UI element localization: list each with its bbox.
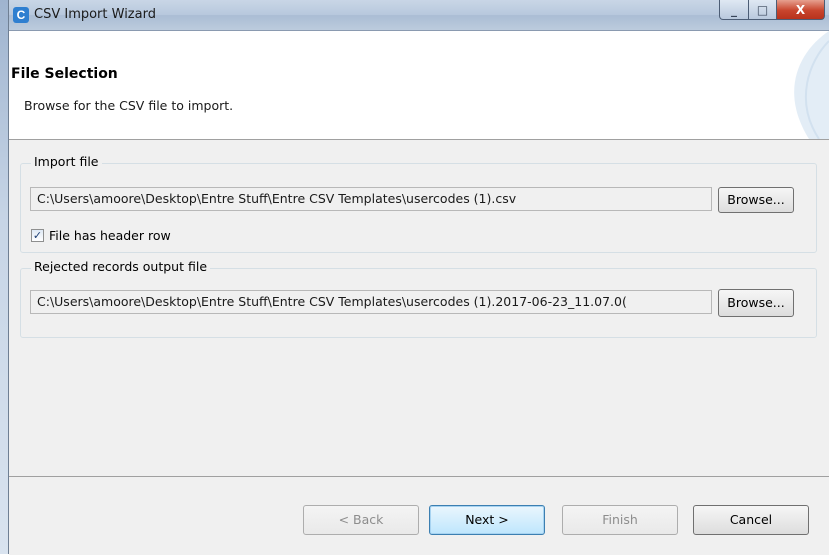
header-row-label: File has header row — [49, 228, 171, 243]
wizard-footer: < Back Next > Finish Cancel — [9, 476, 829, 555]
rejected-file-path-input[interactable]: C:\Users\amoore\Desktop\Entre Stuff\Entr… — [30, 290, 712, 314]
rejected-file-legend: Rejected records output file — [31, 259, 211, 274]
checkmark-icon[interactable]: ✓ — [31, 229, 44, 242]
window-controls: _ □ X — [719, 0, 825, 22]
import-browse-button[interactable]: Browse... — [718, 187, 794, 213]
csv-import-wizard-window: C CSV Import Wizard _ □ X File Selection… — [9, 0, 829, 555]
finish-button[interactable]: Finish — [562, 505, 678, 535]
rejected-browse-button[interactable]: Browse... — [718, 289, 794, 317]
page-title: File Selection — [11, 66, 118, 82]
import-file-group: Import file C:\Users\amoore\Desktop\Entr… — [20, 154, 817, 253]
app-icon: C — [13, 7, 29, 23]
back-button[interactable]: < Back — [303, 505, 419, 535]
import-file-path-input[interactable]: C:\Users\amoore\Desktop\Entre Stuff\Entr… — [30, 187, 712, 211]
rejected-file-group: Rejected records output file C:\Users\am… — [20, 259, 817, 338]
next-button[interactable]: Next > — [429, 505, 545, 535]
page-description: Browse for the CSV file to import. — [24, 98, 234, 113]
wizard-content: Import file C:\Users\amoore\Desktop\Entr… — [9, 140, 829, 476]
window-title: CSV Import Wizard — [34, 7, 156, 22]
wizard-header: File Selection Browse for the CSV file t… — [9, 31, 829, 140]
cancel-button[interactable]: Cancel — [693, 505, 809, 535]
banner-decoration-icon — [794, 31, 829, 139]
minimize-icon[interactable]: _ — [719, 0, 749, 20]
header-row-option[interactable]: ✓ File has header row — [31, 228, 171, 243]
import-file-legend: Import file — [31, 154, 102, 169]
maximize-icon[interactable]: □ — [749, 0, 777, 20]
close-icon[interactable]: X — [777, 0, 825, 20]
title-bar[interactable]: C CSV Import Wizard _ □ X — [9, 0, 829, 31]
